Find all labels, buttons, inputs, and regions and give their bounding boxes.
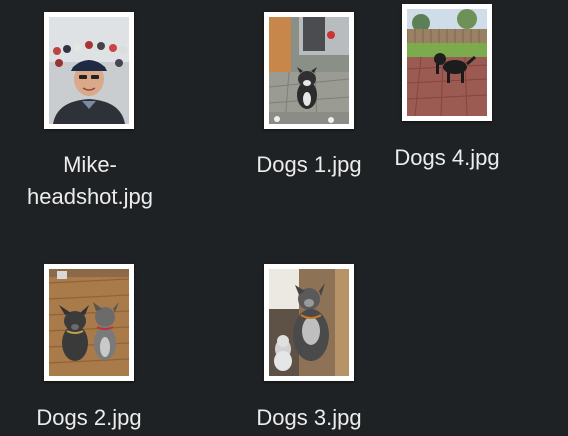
finder-icon-view: { "files": [ {"id": "mike-headshot", "na… [0, 0, 568, 436]
thumbnail-dogs-2[interactable] [44, 264, 134, 381]
file-name-dogs-2[interactable]: Dogs 2.jpg [14, 404, 164, 431]
file-name-dogs-1[interactable]: Dogs 1.jpg [234, 151, 384, 178]
file-item-dogs-2[interactable]: Dogs 2.jpg [14, 255, 164, 436]
file-item-dogs-4[interactable]: Dogs 4.jpg [372, 0, 522, 178]
file-item-dogs-1[interactable]: Dogs 1.jpg [234, 0, 384, 185]
thumbnail-dogs-1[interactable] [264, 12, 354, 129]
thumbnail-dogs-4[interactable] [402, 4, 492, 121]
image-thumbnail-dogs [269, 269, 349, 376]
thumbnail-mike-headshot[interactable] [44, 12, 134, 129]
image-thumbnail-headshot [49, 17, 129, 124]
file-name-mike-headshot-line1[interactable]: Mike- [0, 151, 180, 178]
file-name-dogs-3[interactable]: Dogs 3.jpg [234, 404, 384, 431]
image-thumbnail-dogs [49, 269, 129, 376]
file-item-mike-headshot[interactable]: Mike- headshot.jpg [0, 0, 180, 215]
file-item-dogs-3[interactable]: Dogs 3.jpg [234, 255, 384, 436]
image-thumbnail-dog [407, 9, 487, 116]
thumbnail-dogs-3[interactable] [264, 264, 354, 381]
file-name-mike-headshot-line2[interactable]: headshot.jpg [0, 183, 180, 210]
file-name-dogs-4[interactable]: Dogs 4.jpg [372, 144, 522, 171]
image-thumbnail-dog [269, 17, 349, 124]
